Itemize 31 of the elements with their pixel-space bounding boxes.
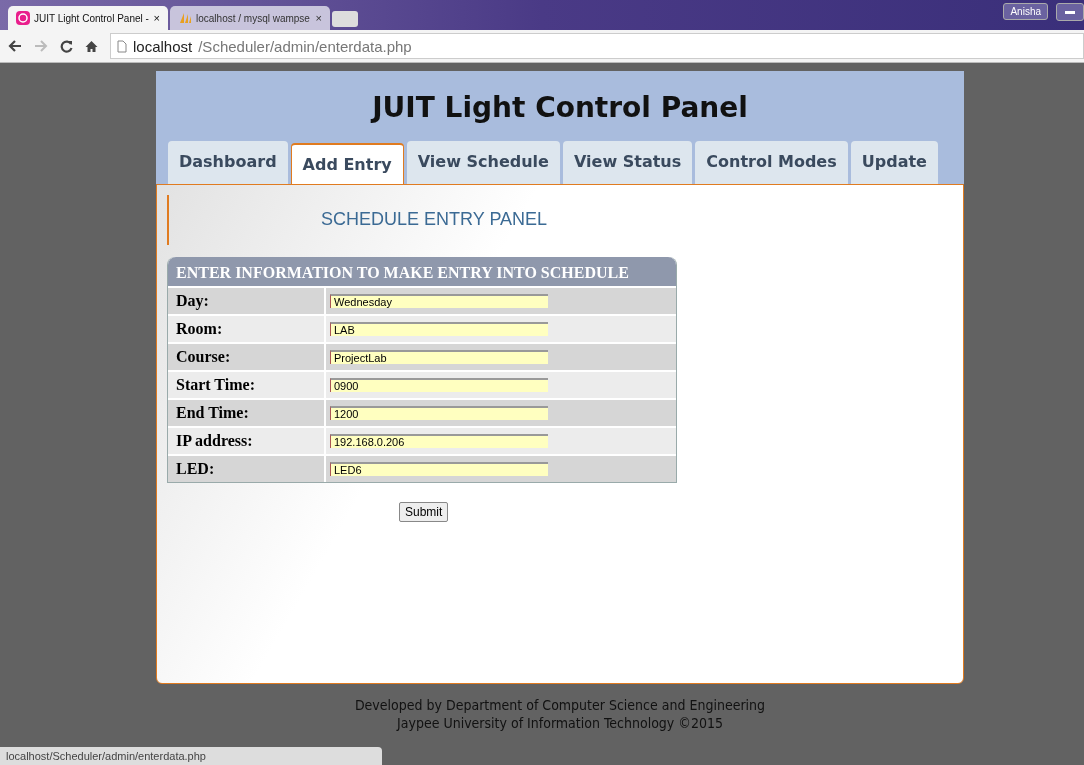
browser-tab[interactable]: JUIT Light Control Panel - ×	[8, 6, 168, 30]
input-field[interactable]: ProjectLab	[330, 350, 548, 364]
nav-tab[interactable]: View Schedule	[406, 141, 560, 184]
nav-tab[interactable]: Update	[850, 141, 938, 184]
input-field[interactable]: Wednesday	[330, 294, 548, 308]
address-bar[interactable]: localhost /Scheduler/admin/enterdata.php	[110, 33, 1084, 59]
browser-tab[interactable]: localhost / mysql wampse ×	[170, 6, 330, 30]
nav-tab[interactable]: Control Modes	[695, 141, 848, 184]
minimize-button[interactable]	[1056, 3, 1084, 21]
nav-tab[interactable]: Add Entry	[290, 143, 404, 184]
form-title: ENTER INFORMATION TO MAKE ENTRY INTO SCHEDULE	[168, 257, 676, 286]
home-icon[interactable]	[85, 39, 98, 53]
nav-tab[interactable]: Dashboard	[168, 141, 288, 184]
input-field[interactable]: LED6	[330, 462, 548, 476]
back-icon[interactable]	[8, 40, 22, 52]
input-field[interactable]: 0900	[330, 378, 548, 392]
input-field[interactable]: LAB	[330, 322, 548, 336]
logo-icon	[16, 11, 30, 25]
page-title: JUIT Light Control Panel	[369, 91, 749, 124]
panel-title: SCHEDULE ENTRY PANEL	[321, 209, 548, 230]
footer-text: Developed by Department of Computer Science and Engineering	[353, 696, 767, 714]
user-badge[interactable]: Anisha	[1003, 3, 1048, 20]
reload-icon[interactable]	[60, 39, 73, 53]
sails-icon	[178, 11, 192, 25]
footer-text: Jaypee University of Information Technology ©2015	[395, 714, 724, 732]
field-label: LED:	[168, 456, 326, 482]
input-field[interactable]: 192.168.0.206	[330, 434, 548, 448]
nav-tab[interactable]: View Status	[562, 141, 693, 184]
submit-button[interactable]: Submit	[399, 502, 449, 522]
status-bar: localhost/Scheduler/admin/enterdata.php	[0, 747, 382, 765]
input-field[interactable]: 1200	[330, 406, 548, 420]
